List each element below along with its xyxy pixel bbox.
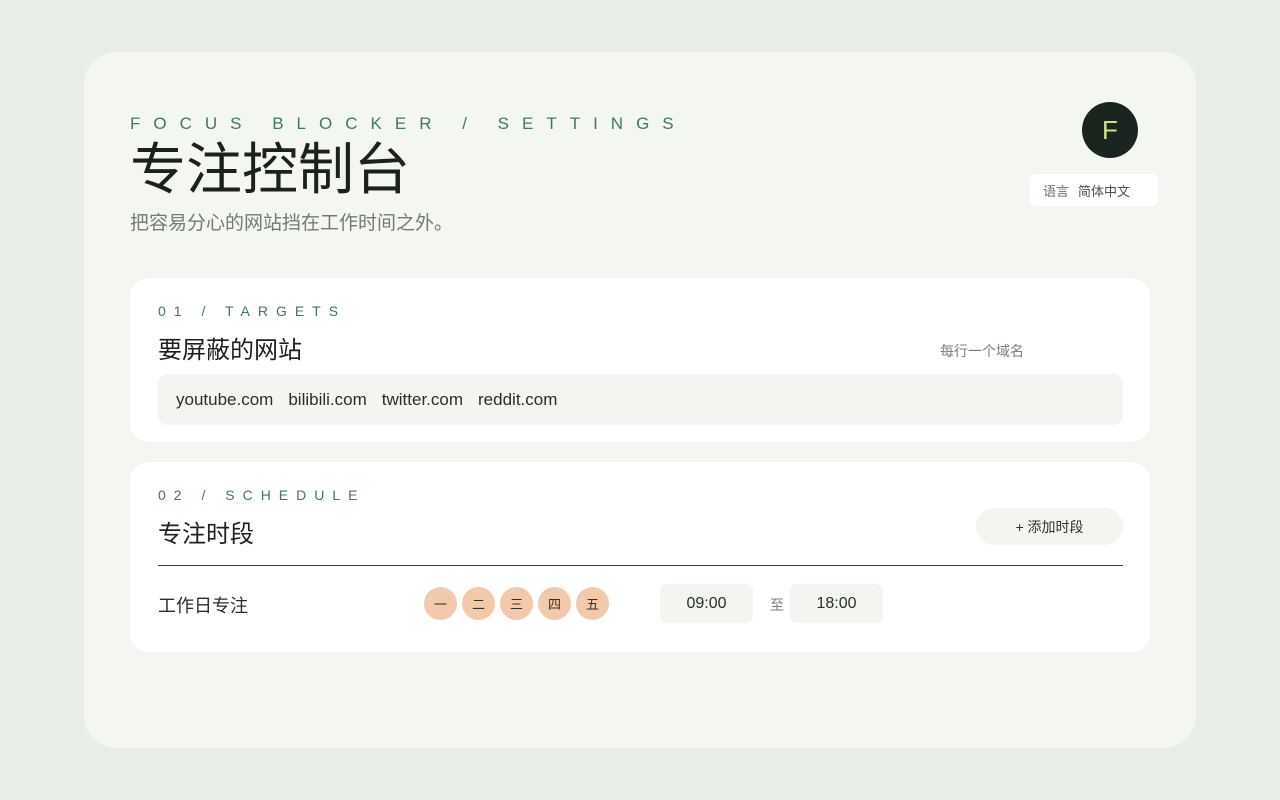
schedule-card: 02 / SCHEDULE 专注时段 + 添加时段 工作日专注 一 二 三 四 … — [130, 462, 1150, 652]
start-time-input[interactable]: 09:00 — [660, 584, 753, 623]
language-select[interactable]: 语言 简体中文 — [1030, 174, 1158, 206]
settings-window: FOCUS BLOCKER / SETTINGS 专注控制台 把容易分心的网站挡… — [84, 52, 1196, 748]
targets-card: 01 / TARGETS 要屏蔽的网站 每行一个域名 youtube.com b… — [130, 278, 1150, 442]
domain-entry: youtube.com — [176, 389, 274, 409]
language-label: 语言 — [1043, 183, 1070, 199]
page-subtitle: 把容易分心的网站挡在工作时间之外。 — [130, 213, 454, 234]
app-eyebrow: FOCUS BLOCKER / SETTINGS — [130, 114, 687, 133]
schedule-title: 专注时段 — [158, 521, 254, 548]
domain-entry: bilibili.com — [288, 389, 367, 409]
time-range-separator: 至 — [770, 597, 784, 613]
divider — [158, 565, 1123, 566]
schedule-eyebrow: 02 / SCHEDULE — [158, 487, 366, 503]
weekday-selector: 一 二 三 四 五 — [424, 587, 614, 620]
avatar-initial: F — [1102, 114, 1118, 145]
blocked-sites-input[interactable]: youtube.com bilibili.com twitter.com red… — [158, 374, 1123, 425]
targets-hint: 每行一个域名 — [940, 343, 1024, 359]
avatar[interactable]: F — [1082, 102, 1138, 158]
day-toggle-mon[interactable]: 一 — [424, 587, 457, 620]
day-toggle-fri[interactable]: 五 — [576, 587, 609, 620]
day-toggle-tue[interactable]: 二 — [462, 587, 495, 620]
language-value: 简体中文 — [1078, 183, 1131, 199]
schedule-rule-name: 工作日专注 — [158, 596, 248, 616]
add-time-slot-button[interactable]: + 添加时段 — [976, 508, 1123, 545]
page-title: 专注控制台 — [130, 138, 410, 201]
domain-entry: reddit.com — [478, 389, 558, 409]
day-toggle-thu[interactable]: 四 — [538, 587, 571, 620]
end-time-input[interactable]: 18:00 — [790, 584, 883, 623]
domain-entry: twitter.com — [381, 389, 464, 409]
day-toggle-wed[interactable]: 三 — [500, 587, 533, 620]
targets-title: 要屏蔽的网站 — [158, 337, 302, 364]
targets-eyebrow: 01 / TARGETS — [158, 303, 347, 319]
